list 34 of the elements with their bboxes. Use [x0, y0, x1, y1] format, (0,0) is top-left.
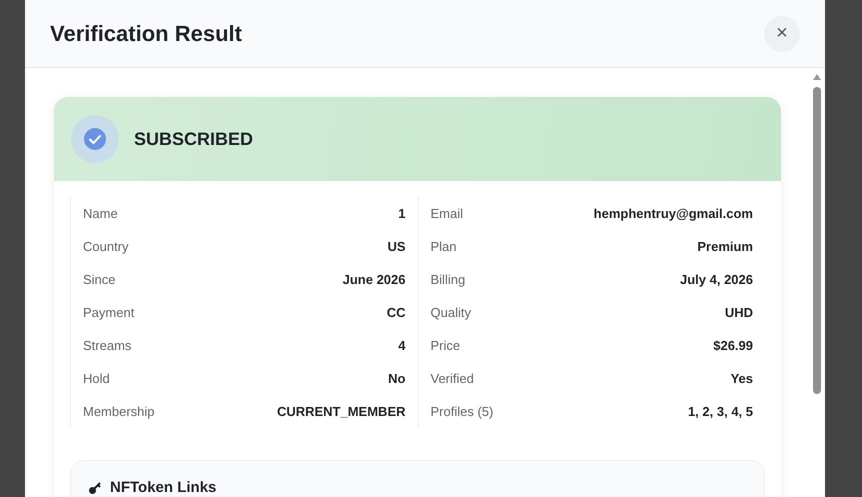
field-value: CC: [386, 305, 406, 320]
field-value: UHD: [724, 305, 753, 320]
field-value: US: [387, 239, 406, 254]
field-value: Premium: [697, 239, 753, 254]
field-label: Membership: [83, 404, 155, 419]
field-label: Since: [83, 272, 116, 287]
field-value: 1: [398, 206, 406, 221]
field-value: $26.99: [713, 338, 753, 353]
field-value: June 2026: [342, 272, 406, 287]
field-label: Price: [430, 338, 460, 353]
section-title: NFToken Links: [110, 479, 216, 496]
close-button[interactable]: ×: [764, 16, 800, 52]
field-value: July 4, 2026: [680, 272, 753, 287]
status-label: SUBSCRIBED: [134, 128, 254, 150]
field-label: Verified: [430, 371, 474, 386]
field-value: Yes: [730, 371, 753, 386]
key-icon: [88, 480, 102, 494]
field-label: Name: [83, 206, 118, 221]
field-label: Streams: [83, 338, 132, 353]
field-label: Country: [83, 239, 129, 254]
check-icon: [71, 115, 119, 163]
dialog-title: Verification Result: [50, 20, 242, 46]
field-value: CURRENT_MEMBER: [276, 404, 406, 419]
field-value: 4: [398, 338, 406, 353]
field-label: Billing: [430, 272, 466, 287]
field-label: Hold: [83, 371, 110, 386]
field-label: Profiles (5): [430, 404, 494, 419]
field-value: No: [388, 371, 406, 386]
field-label: Payment: [83, 305, 134, 320]
field-label: Email: [430, 206, 464, 221]
field-label: Quality: [430, 305, 471, 320]
field-label: Plan: [430, 239, 457, 254]
field-value: hemphentruy@gmail.com: [594, 206, 753, 221]
field-value: 1, 2, 3, 4, 5: [688, 404, 753, 419]
